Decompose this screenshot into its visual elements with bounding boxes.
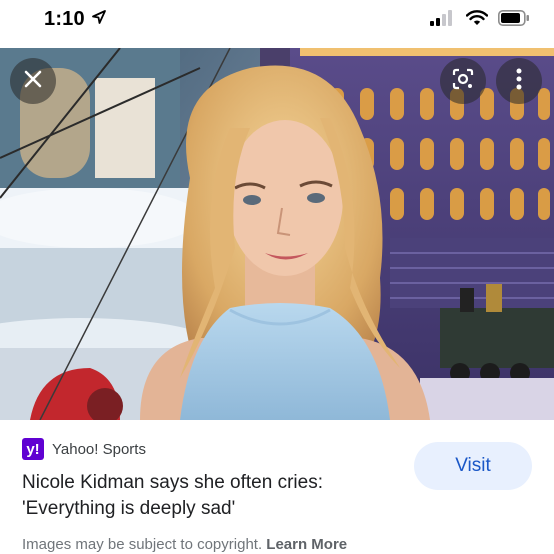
close-button[interactable] (10, 58, 56, 104)
wifi-icon (465, 10, 489, 31)
status-bar: 1:10 (0, 0, 554, 40)
article-title-line-2: 'Everything is deeply sad' (22, 498, 236, 519)
article-title[interactable]: Nicole Kidman says she often cries: 'Eve… (22, 470, 382, 522)
lens-icon (451, 67, 475, 96)
location-arrow-icon (91, 9, 107, 30)
photo-scene (0, 48, 554, 420)
status-time: 1:10 (44, 8, 85, 30)
copyright-text: Images may be subject to copyright. (22, 536, 267, 553)
more-vert-icon (516, 68, 522, 95)
yahoo-favicon-icon: y! (22, 438, 44, 460)
visit-button[interactable]: Visit (414, 442, 532, 490)
main-image[interactable] (0, 48, 554, 420)
battery-icon (498, 10, 530, 31)
status-time-group: 1:10 (44, 8, 107, 31)
lens-button[interactable] (440, 58, 486, 104)
source-row[interactable]: y! Yahoo! Sports (22, 438, 146, 460)
learn-more-link[interactable]: Learn More (266, 536, 347, 553)
signal-icon (430, 10, 456, 31)
article-title-line-1: Nicole Kidman says she often cries: (22, 472, 323, 493)
copyright-notice: Images may be subject to copyright. Lear… (22, 536, 347, 553)
close-icon (23, 69, 43, 94)
status-indicators (430, 10, 530, 31)
source-name: Yahoo! Sports (52, 440, 146, 458)
more-options-button[interactable] (496, 58, 542, 104)
